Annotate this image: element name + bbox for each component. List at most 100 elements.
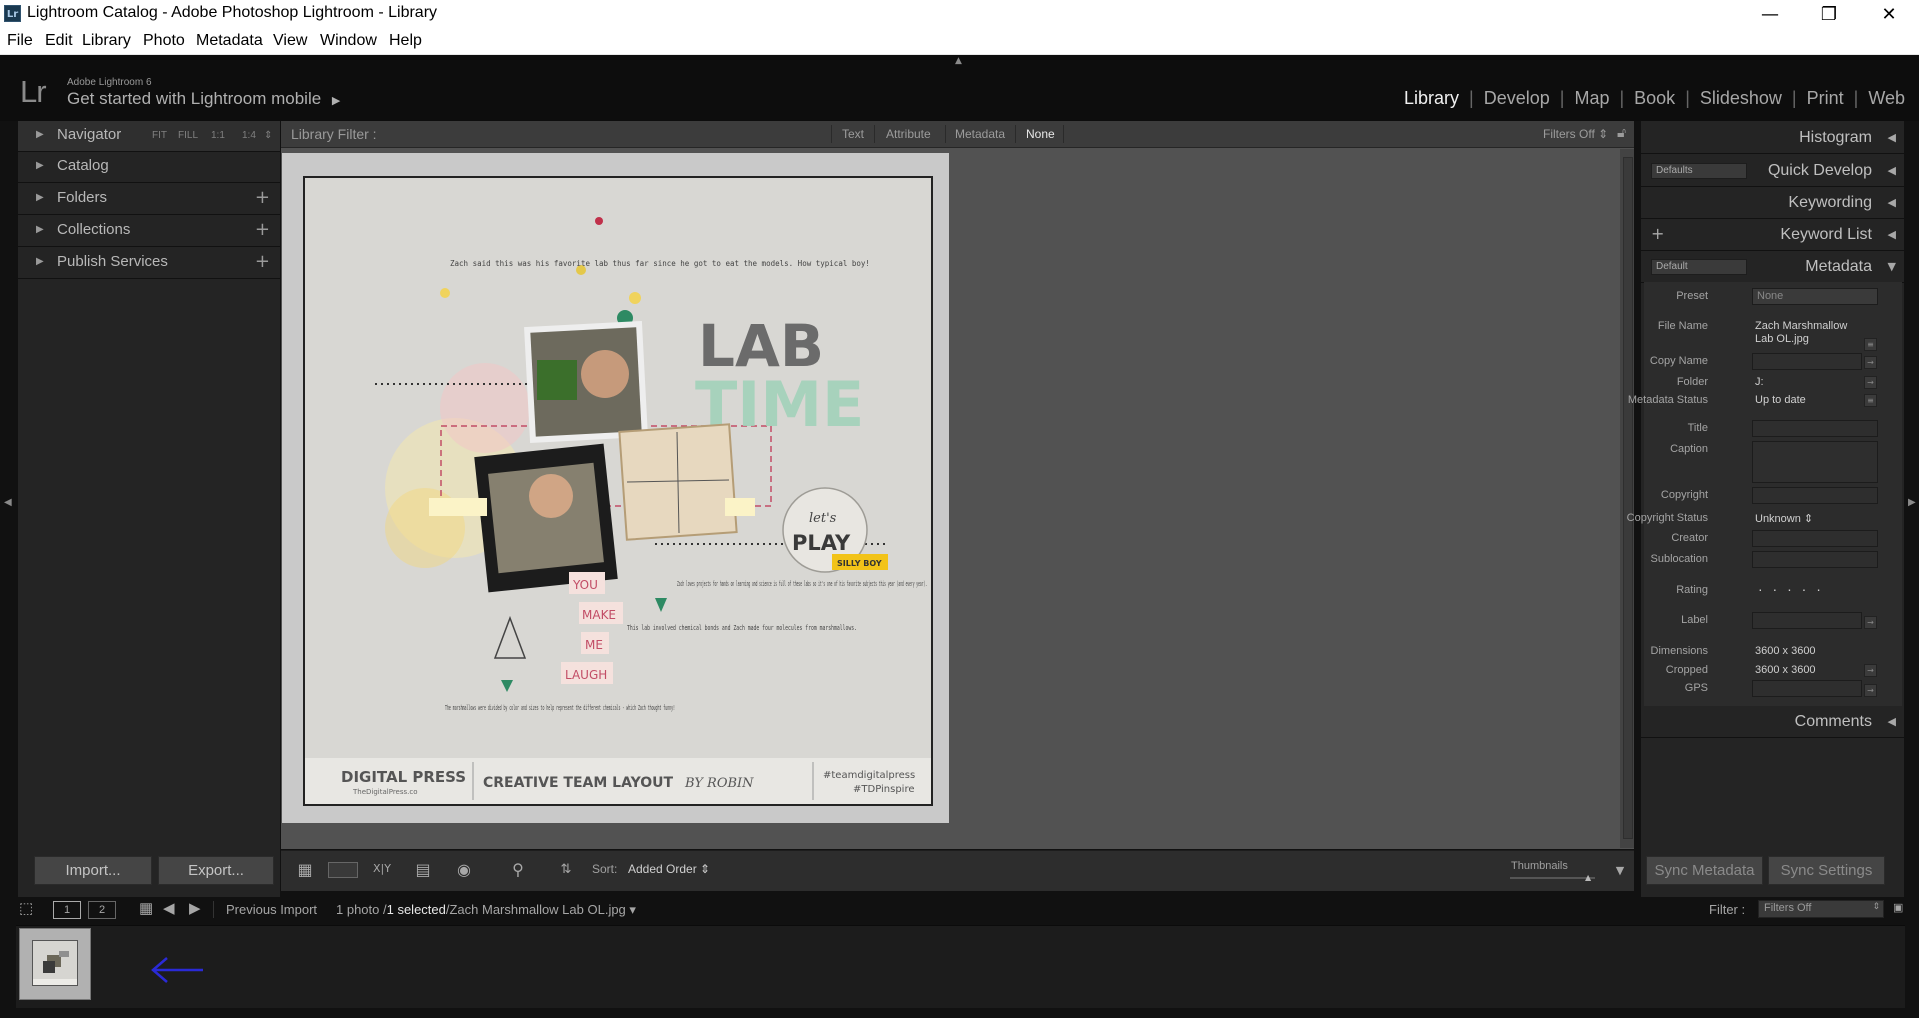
menu-window[interactable]: Window <box>320 32 377 50</box>
title-field[interactable] <box>1752 420 1878 437</box>
copyright-field[interactable] <box>1752 487 1878 504</box>
filmstrip-thumbnail-image[interactable] <box>32 940 78 986</box>
compare-view-icon[interactable]: X|Y <box>366 862 398 882</box>
filters-off-dropdown[interactable]: Filters Off ⇕ <box>1543 127 1608 141</box>
filter-lock-switch-icon[interactable]: ▣ <box>1893 901 1903 914</box>
comments-panel-header[interactable]: Comments ◀ <box>1641 707 1904 738</box>
loupe-view-icon[interactable] <box>328 862 358 878</box>
copyname-field[interactable] <box>1752 353 1862 370</box>
painter-icon[interactable]: ⚲ <box>509 860 527 880</box>
folder-action-icon[interactable]: → <box>1864 376 1877 389</box>
left-panel-toggle-icon[interactable]: ◀ <box>4 497 12 508</box>
module-library[interactable]: Library <box>1394 88 1469 109</box>
module-web[interactable]: Web <box>1858 88 1905 109</box>
add-keyword-icon[interactable]: + <box>1651 224 1664 243</box>
menu-view[interactable]: View <box>273 32 307 50</box>
quick-develop-preset-dropdown[interactable]: Defaults <box>1651 163 1747 179</box>
gps-action-icon[interactable]: → <box>1864 684 1877 697</box>
add-folder-icon[interactable]: + <box>255 187 270 208</box>
copyright-status-dropdown[interactable]: Unknown ⇕ <box>1755 512 1813 525</box>
filter-lock-icon[interactable]: 🔓︎ <box>1617 124 1626 141</box>
zoom-1-4[interactable]: 1:4 <box>242 130 256 141</box>
lightroom-mobile-link[interactable]: Get started with Lightroom mobile ▶ <box>67 89 340 109</box>
import-button[interactable]: Import... <box>34 856 152 885</box>
back-arrow-icon[interactable]: ◀ <box>163 899 175 917</box>
people-view-icon[interactable]: ◉ <box>449 860 479 880</box>
filter-metadata[interactable]: Metadata <box>955 127 1005 141</box>
photo-count-label[interactable]: 1 photo /1 selected/Zach Marshmallow Lab… <box>336 902 636 918</box>
catalog-panel-header[interactable]: ▶ Catalog <box>18 152 280 183</box>
keywording-panel-header[interactable]: Keywording ◀ <box>1641 188 1904 219</box>
add-collection-icon[interactable]: + <box>255 219 270 240</box>
filter-dropdown[interactable]: Filters Off ⇕ <box>1758 900 1884 918</box>
thumbnail-size-slider[interactable] <box>1510 877 1595 879</box>
slider-handle-icon[interactable]: ▲ <box>1585 873 1591 882</box>
module-map[interactable]: Map <box>1564 88 1619 109</box>
module-book[interactable]: Book <box>1624 88 1685 109</box>
folders-panel-header[interactable]: ▶ Folders + <box>18 184 280 215</box>
filename-action-icon[interactable]: ≡ <box>1864 338 1877 351</box>
rating-stars[interactable]: · · · · · <box>1758 581 1824 597</box>
filter-none[interactable]: None <box>1026 127 1055 141</box>
metadata-status-icon[interactable]: ≡ <box>1864 394 1877 407</box>
gps-field[interactable] <box>1752 680 1862 697</box>
menu-library[interactable]: Library <box>82 32 131 50</box>
metadata-preset-dropdown[interactable]: Default <box>1651 259 1747 275</box>
menu-photo[interactable]: Photo <box>143 32 185 50</box>
caption-field[interactable] <box>1752 441 1878 483</box>
main-window-button[interactable]: 1 <box>53 901 81 919</box>
menu-metadata[interactable]: Metadata <box>196 32 263 50</box>
publish-services-panel-header[interactable]: ▶ Publish Services + <box>18 248 280 279</box>
right-panel-toggle-icon[interactable]: ▶ <box>1908 497 1916 508</box>
zoom-fit[interactable]: FIT <box>152 130 167 141</box>
sync-metadata-button[interactable]: Sync Metadata <box>1646 856 1763 885</box>
close-button[interactable]: ✕ <box>1860 0 1918 29</box>
module-develop[interactable]: Develop <box>1474 88 1560 109</box>
expand-triangle-icon: ▶ <box>36 129 44 140</box>
menu-help[interactable]: Help <box>389 32 422 50</box>
zoom-fill[interactable]: FILL <box>178 130 198 141</box>
keyword-list-panel-header[interactable]: + Keyword List ◀ <box>1641 220 1904 251</box>
module-slideshow[interactable]: Slideshow <box>1690 88 1792 109</box>
second-window-button[interactable]: 2 <box>88 901 116 919</box>
add-publish-service-icon[interactable]: + <box>255 251 270 272</box>
collapse-top-arrow-icon[interactable]: ▲ <box>955 56 962 66</box>
label-action-icon[interactable]: → <box>1864 616 1877 629</box>
collections-panel-header[interactable]: ▶ Collections + <box>18 216 280 247</box>
forward-arrow-icon[interactable]: ▶ <box>189 899 201 917</box>
histogram-panel-header[interactable]: Histogram ◀ <box>1641 123 1904 154</box>
export-button[interactable]: Export... <box>158 856 274 885</box>
copyname-action-icon[interactable]: → <box>1864 356 1877 369</box>
cropped-action-icon[interactable]: → <box>1864 664 1877 677</box>
metadata-panel-header[interactable]: Default Metadata ▼ <box>1641 252 1904 283</box>
filter-text[interactable]: Text <box>842 127 864 141</box>
module-print[interactable]: Print <box>1797 88 1854 109</box>
grid-view-icon[interactable]: ▦ <box>289 860 321 880</box>
quick-develop-panel-header[interactable]: Defaults Quick Develop ◀ <box>1641 156 1904 187</box>
restore-button[interactable]: ❐ <box>1800 0 1858 29</box>
metadata-label: Metadata <box>1805 258 1872 275</box>
zoom-1-1[interactable]: 1:1 <box>211 130 225 141</box>
creator-field[interactable] <box>1752 530 1878 547</box>
filter-attribute[interactable]: Attribute <box>886 127 931 141</box>
sublocation-field[interactable] <box>1752 551 1878 568</box>
source-label[interactable]: Previous Import <box>226 902 317 917</box>
sort-dropdown[interactable]: Added Order ⇕ <box>628 862 710 876</box>
secondary-window-icon[interactable]: ⬚ <box>19 899 33 917</box>
toolbar-menu-icon[interactable]: ▼ <box>1611 864 1629 884</box>
menu-file[interactable]: File <box>7 32 33 50</box>
zoom-stepper-icon[interactable]: ⇕ <box>264 130 272 141</box>
filename-value-line2[interactable]: Lab OL.jpg <box>1755 333 1809 345</box>
window-titlebar: Lr Lightroom Catalog - Adobe Photoshop L… <box>0 0 1919 29</box>
module-picker: Library | Develop | Map | Book | Slideshow | Print… <box>1394 88 1905 109</box>
filename-value-line1[interactable]: Zach Marshmallow <box>1755 320 1847 332</box>
label-field[interactable] <box>1752 612 1862 629</box>
scrapbook-photo[interactable]: LAB TIME YOU MAKE ME LAUGH let's PLAY SI… <box>303 176 933 806</box>
menu-edit[interactable]: Edit <box>45 32 73 50</box>
navigator-panel-header[interactable]: ▶ Navigator FIT FILL 1:1 1:4 ⇕ <box>18 121 280 152</box>
minimize-button[interactable]: — <box>1741 0 1799 29</box>
sync-settings-button[interactable]: Sync Settings <box>1768 856 1885 885</box>
survey-view-icon[interactable]: ▤ <box>407 860 439 880</box>
grid-icon[interactable]: ▦ <box>139 899 153 917</box>
sort-direction-icon[interactable]: ⇅ <box>552 862 580 882</box>
